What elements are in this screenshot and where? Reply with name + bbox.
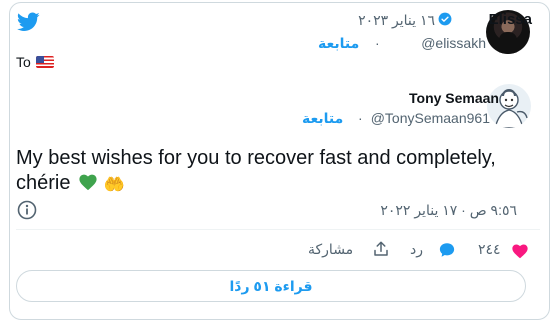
tweet-date[interactable]: ١٦ يناير ٢٠٢٣ bbox=[358, 12, 435, 29]
to-label: To bbox=[16, 54, 31, 70]
follow-quoted-link[interactable]: متابعة bbox=[302, 110, 343, 127]
quoted-name[interactable]: Tony Semaan bbox=[409, 90, 499, 106]
divider bbox=[16, 229, 540, 230]
reply-bubble-icon[interactable] bbox=[438, 241, 456, 259]
quoted-handle[interactable]: @TonySemaan961 bbox=[371, 110, 490, 126]
follow-author-link[interactable]: متابعة bbox=[318, 35, 359, 52]
author-handle[interactable]: @elissakh bbox=[421, 35, 486, 51]
author-name[interactable]: Elissa bbox=[489, 11, 532, 28]
info-icon[interactable] bbox=[17, 200, 37, 220]
twitter-bird-icon[interactable] bbox=[17, 12, 40, 32]
read-replies-button[interactable]: قراءة ٥١ ردًا bbox=[16, 270, 526, 302]
like-heart-icon[interactable] bbox=[511, 243, 529, 259]
share-upload-icon[interactable] bbox=[372, 240, 390, 258]
tweet-text-block: My best wishes for you to recover fast a… bbox=[16, 146, 526, 197]
us-flag-icon bbox=[36, 56, 54, 68]
tweet-timestamp[interactable]: ٩:٥٦ ص · ١٧ يناير ٢٠٢٢ bbox=[380, 202, 517, 219]
separator-dot: · bbox=[375, 35, 380, 51]
share-label[interactable]: مشاركة bbox=[308, 241, 353, 258]
separator-dot: · bbox=[358, 110, 363, 126]
green-heart-icon bbox=[79, 174, 97, 191]
palms-up-icon: 🤲 bbox=[103, 175, 125, 194]
likes-count[interactable]: ٢٤٤ bbox=[478, 241, 501, 258]
reply-label[interactable]: رد bbox=[410, 241, 423, 258]
verified-badge-icon bbox=[438, 12, 452, 26]
